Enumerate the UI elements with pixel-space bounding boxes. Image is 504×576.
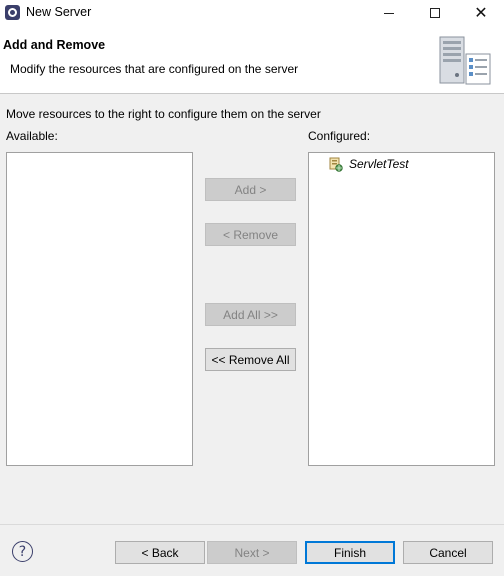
remove-button[interactable]: < Remove [205, 223, 296, 246]
title-bar[interactable]: New Server ✕ [0, 0, 504, 26]
cancel-button[interactable]: Cancel [403, 541, 493, 564]
maximize-button[interactable] [412, 0, 458, 26]
next-button[interactable]: Next > [207, 541, 297, 564]
remove-all-button[interactable]: << Remove All [205, 348, 296, 371]
configured-list[interactable]: ServletTest [308, 152, 495, 466]
web-module-icon [329, 157, 343, 172]
footer-divider [0, 524, 504, 525]
page-title: Add and Remove [3, 38, 106, 52]
page-description: Modify the resources that are configured… [10, 62, 299, 76]
minimize-icon [384, 12, 394, 14]
minimize-button[interactable] [366, 0, 412, 26]
instruction-text: Move resources to the right to configure… [6, 107, 321, 121]
close-icon: ✕ [474, 3, 488, 22]
available-list[interactable] [6, 152, 193, 466]
help-icon[interactable]: ? [12, 541, 33, 562]
add-all-button[interactable]: Add All >> [205, 303, 296, 326]
add-button[interactable]: Add > [205, 178, 296, 201]
back-button[interactable]: < Back [115, 541, 205, 564]
eclipse-icon [5, 5, 20, 20]
close-button[interactable]: ✕ [458, 0, 504, 26]
window-title: New Server [26, 5, 92, 19]
configured-item-label: ServletTest [349, 157, 409, 171]
server-wizard-icon [439, 36, 491, 85]
maximize-icon [430, 8, 440, 18]
finish-button[interactable]: Finish [305, 541, 395, 564]
configured-label: Configured: [308, 129, 371, 143]
wizard-banner: Add and Remove Modify the resources that… [0, 26, 504, 94]
available-label: Available: [6, 129, 58, 143]
list-item[interactable]: ServletTest [329, 155, 409, 173]
